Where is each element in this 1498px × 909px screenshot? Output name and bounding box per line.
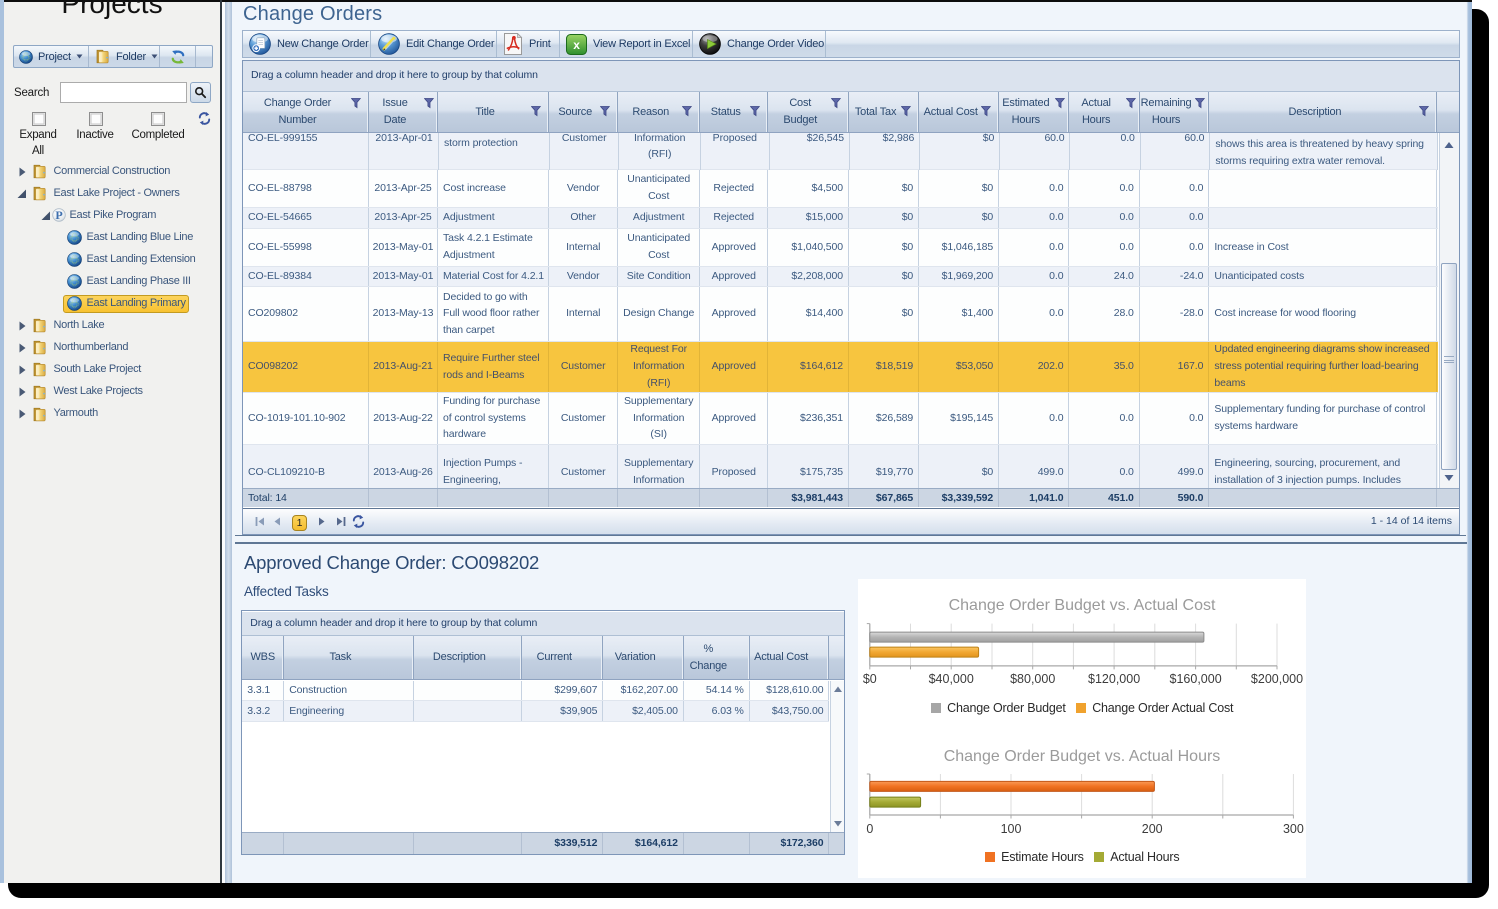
svg-text:Change Order Budget vs. Actual: Change Order Budget vs. Actual Hours [944, 748, 1221, 765]
svg-text:100: 100 [1001, 822, 1022, 836]
svg-text:$0: $0 [863, 672, 877, 686]
svg-text:$80,000: $80,000 [1010, 672, 1055, 686]
svg-text:0: 0 [866, 822, 873, 836]
svg-text:$40,000: $40,000 [929, 672, 974, 686]
svg-text:$200,000: $200,000 [1251, 672, 1303, 686]
svg-text:$160,000: $160,000 [1170, 672, 1222, 686]
svg-text:300: 300 [1283, 822, 1304, 836]
svg-text:Change Order Budget vs. Actual: Change Order Budget vs. Actual Cost [949, 597, 1216, 614]
svg-text:x: x [573, 37, 580, 51]
svg-text:P: P [55, 208, 62, 222]
svg-text:200: 200 [1142, 822, 1163, 836]
svg-text:$120,000: $120,000 [1088, 672, 1140, 686]
